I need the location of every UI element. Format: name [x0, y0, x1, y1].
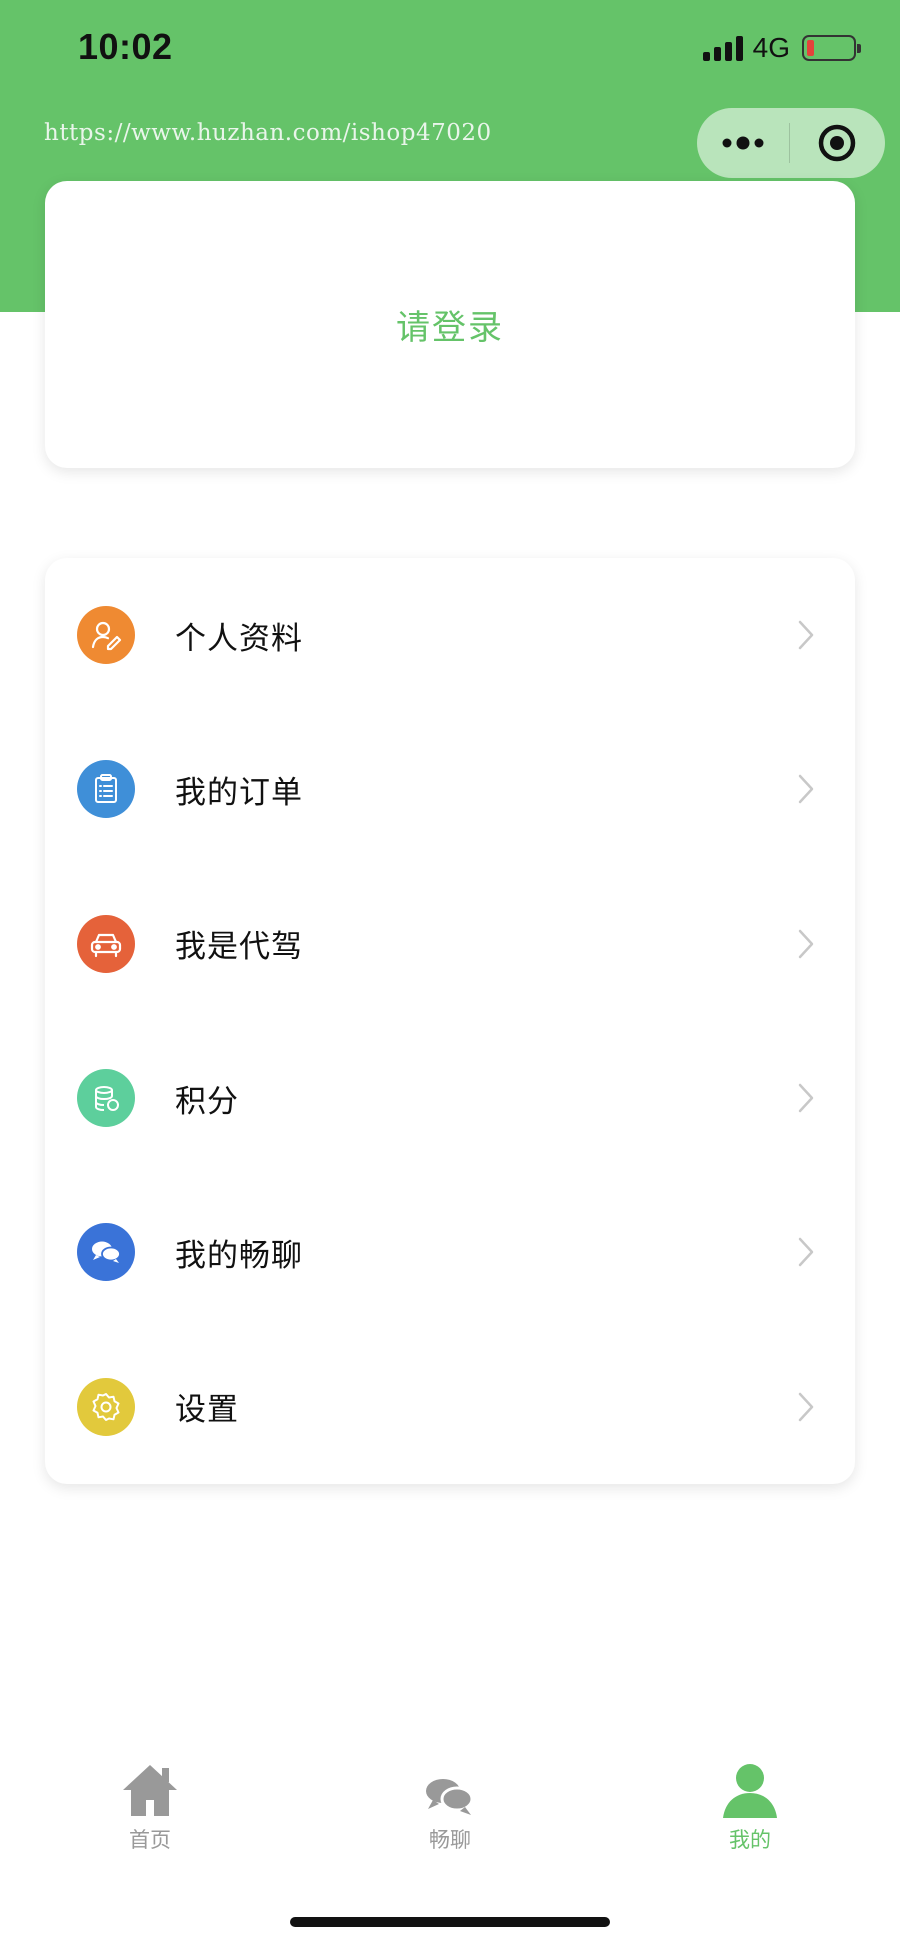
menu-item-label: 我的订单 [175, 774, 303, 811]
chevron-right-icon [798, 929, 814, 958]
clipboard-list-icon [77, 760, 135, 819]
login-card[interactable]: 请登录 [45, 181, 855, 468]
tab-home[interactable]: 首页 [0, 1760, 300, 1880]
coin-stack-icon [77, 1069, 135, 1128]
chat-icon [420, 1760, 480, 1818]
menu-item-points[interactable]: 积分 [45, 1021, 855, 1175]
profile-page: 10:02 4G https://www.huzhan.com/ishop470… [0, 0, 900, 1948]
status-indicators: 4G [702, 32, 861, 63]
signal-icon [702, 35, 743, 61]
menu-list: 个人资料 我的订单 我是代驾 积分 我的畅聊 设置 [45, 558, 855, 1484]
home-indicator [290, 1917, 610, 1927]
tab-label: 我的 [729, 1828, 771, 1852]
tab-mine[interactable]: 我的 [600, 1760, 900, 1880]
menu-item-label: 积分 [175, 1083, 239, 1120]
chevron-right-icon [798, 1392, 814, 1421]
user-edit-icon [77, 606, 135, 665]
url-watermark: https://www.huzhan.com/ishop47020 [44, 120, 492, 146]
chevron-right-icon [798, 775, 814, 804]
more-dots-icon[interactable] [697, 108, 789, 178]
gear-icon [77, 1377, 135, 1436]
chevron-right-icon [798, 1238, 814, 1267]
menu-item-label: 我是代驾 [175, 929, 303, 966]
user-icon [720, 1760, 780, 1818]
menu-item-profile[interactable]: 个人资料 [45, 558, 855, 712]
car-icon [77, 914, 135, 973]
menu-item-chats[interactable]: 我的畅聊 [45, 1175, 855, 1329]
status-time: 10:02 [78, 26, 173, 67]
menu-item-label: 设置 [175, 1392, 239, 1429]
menu-item-label: 个人资料 [175, 620, 303, 657]
home-icon [120, 1760, 180, 1818]
bottom-tab-bar: 首页 畅聊 我的 [0, 1760, 900, 1880]
tab-label: 首页 [129, 1828, 171, 1852]
menu-item-settings[interactable]: 设置 [45, 1329, 855, 1483]
mini-program-capsule [697, 108, 885, 178]
login-prompt[interactable]: 请登录 [396, 300, 504, 349]
battery-icon [802, 35, 861, 61]
menu-item-label: 我的畅聊 [175, 1237, 303, 1274]
network-type: 4G [752, 32, 790, 63]
target-circle-icon[interactable] [790, 108, 884, 178]
chevron-right-icon [798, 1083, 814, 1113]
menu-item-orders[interactable]: 我的订单 [45, 712, 855, 866]
chevron-right-icon [798, 620, 814, 650]
tab-chat[interactable]: 畅聊 [300, 1760, 600, 1880]
chat-bubbles-icon [77, 1223, 135, 1282]
tab-label: 畅聊 [429, 1828, 471, 1852]
menu-item-driver[interactable]: 我是代驾 [45, 867, 855, 1021]
